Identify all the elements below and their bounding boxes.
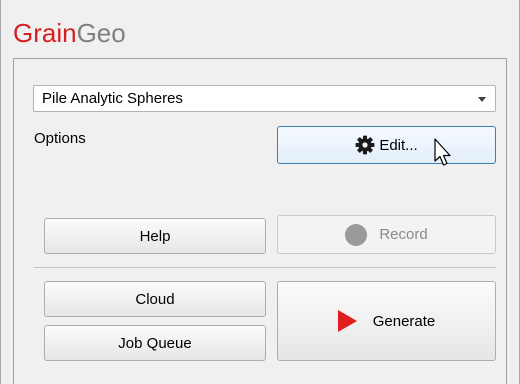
options-label: Options bbox=[34, 130, 86, 147]
chevron-down-icon bbox=[478, 97, 486, 102]
edit-options-button[interactable]: Edit... bbox=[277, 126, 496, 164]
section-divider bbox=[34, 267, 496, 268]
preset-dropdown[interactable]: Pile Analytic Spheres bbox=[33, 85, 496, 112]
generate-button[interactable]: Generate bbox=[277, 281, 496, 361]
gear-icon bbox=[355, 135, 375, 155]
job-queue-button-label: Job Queue bbox=[118, 334, 192, 352]
cloud-button[interactable]: Cloud bbox=[44, 281, 266, 317]
app-title: GrainGeo bbox=[13, 18, 126, 48]
edit-options-label: Edit... bbox=[379, 136, 418, 154]
record-button-label: Record bbox=[379, 226, 428, 243]
generate-button-label: Generate bbox=[372, 312, 436, 330]
help-button[interactable]: Help bbox=[44, 218, 266, 254]
help-button-label: Help bbox=[139, 227, 171, 245]
app-title-geo: Geo bbox=[76, 18, 126, 48]
play-icon bbox=[337, 310, 357, 332]
job-queue-button[interactable]: Job Queue bbox=[44, 325, 266, 361]
preset-dropdown-value: Pile Analytic Spheres bbox=[42, 90, 183, 107]
grain-geo-window: GrainGeo Pile Analytic Spheres Options E… bbox=[0, 0, 520, 384]
record-button[interactable]: Record bbox=[277, 215, 496, 254]
record-circle-icon bbox=[345, 223, 368, 246]
app-title-grain: Grain bbox=[13, 18, 77, 48]
cloud-button-label: Cloud bbox=[135, 290, 175, 308]
